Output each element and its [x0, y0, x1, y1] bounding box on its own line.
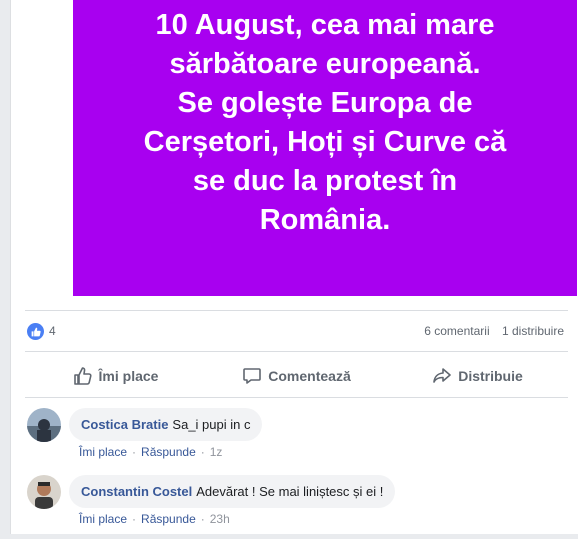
share-icon — [433, 368, 452, 383]
post-stats: 6 comentarii 1 distribuire — [415, 324, 564, 338]
comment-timestamp[interactable]: 1z — [210, 445, 223, 459]
divider — [25, 351, 568, 352]
avatar[interactable] — [27, 475, 61, 509]
comment-like-link[interactable]: Îmi place — [79, 445, 127, 459]
thumbs-up-icon — [73, 367, 92, 385]
post-image[interactable]: 10 August, cea mai mare sărbătoare europ… — [73, 0, 577, 296]
reactions-row: 4 6 comentarii 1 distribuire — [25, 318, 564, 344]
comment: Constantin Costel Adevărat ! Se mai lini… — [25, 472, 568, 539]
avatar[interactable] — [27, 408, 61, 442]
post-text-line: Se golește Europa de — [177, 87, 473, 119]
post-card: 10 August, cea mai mare sărbătoare europ… — [10, 0, 578, 534]
comment-button-label: Comentează — [268, 368, 351, 384]
post-image-text: 10 August, cea mai mare sărbătoare europ… — [90, 6, 560, 240]
comment-reply-link[interactable]: Răspunde — [141, 445, 196, 459]
comment-like-link[interactable]: Îmi place — [79, 512, 127, 526]
comment-button[interactable]: Comentează — [206, 358, 387, 394]
post-text-line: se duc la protest în — [192, 165, 458, 197]
post-text-line: România. — [259, 204, 391, 236]
comment-bubble: Costica Bratie Sa_i pupi in c — [69, 408, 263, 441]
share-button-label: Distribuie — [458, 368, 523, 384]
like-button-label: Îmi place — [98, 368, 159, 384]
divider — [25, 310, 568, 311]
comment-meta: Îmi place · Răspunde · 1z — [79, 445, 223, 459]
comment-text: Adevărat ! Se mai liniștesc și ei ! — [196, 484, 384, 499]
comments-count-link[interactable]: 6 comentarii — [424, 324, 489, 338]
comment-text: Sa_i pupi in c — [172, 417, 251, 432]
like-reaction-icon[interactable] — [27, 323, 44, 340]
post-text-line: sărbătoare europeană. — [169, 48, 481, 80]
reaction-count[interactable]: 4 — [49, 324, 56, 338]
comment-icon — [243, 368, 262, 384]
comment-author[interactable]: Costica Bratie — [81, 417, 168, 432]
shares-count-link[interactable]: 1 distribuire — [502, 324, 564, 338]
like-button[interactable]: Îmi place — [25, 358, 206, 394]
comment-reply-link[interactable]: Răspunde — [141, 512, 196, 526]
divider — [25, 397, 568, 398]
post-text-line: Cerșetori, Hoți și Curve că — [143, 126, 507, 158]
comment: Costica Bratie Sa_i pupi in c Îmi place ·… — [25, 405, 568, 472]
share-button[interactable]: Distribuie — [387, 358, 568, 394]
comment-bubble: Constantin Costel Adevărat ! Se mai lini… — [69, 475, 396, 508]
post-text-line: 10 August, cea mai mare — [155, 9, 495, 41]
comments-list: Costica Bratie Sa_i pupi in c Îmi place ·… — [25, 405, 568, 539]
post-actions: Îmi place Comentează Distribuie — [25, 358, 568, 394]
comment-meta: Îmi place · Răspunde · 23h — [79, 512, 230, 526]
comment-timestamp[interactable]: 23h — [210, 512, 230, 526]
comment-author[interactable]: Constantin Costel — [81, 484, 192, 499]
